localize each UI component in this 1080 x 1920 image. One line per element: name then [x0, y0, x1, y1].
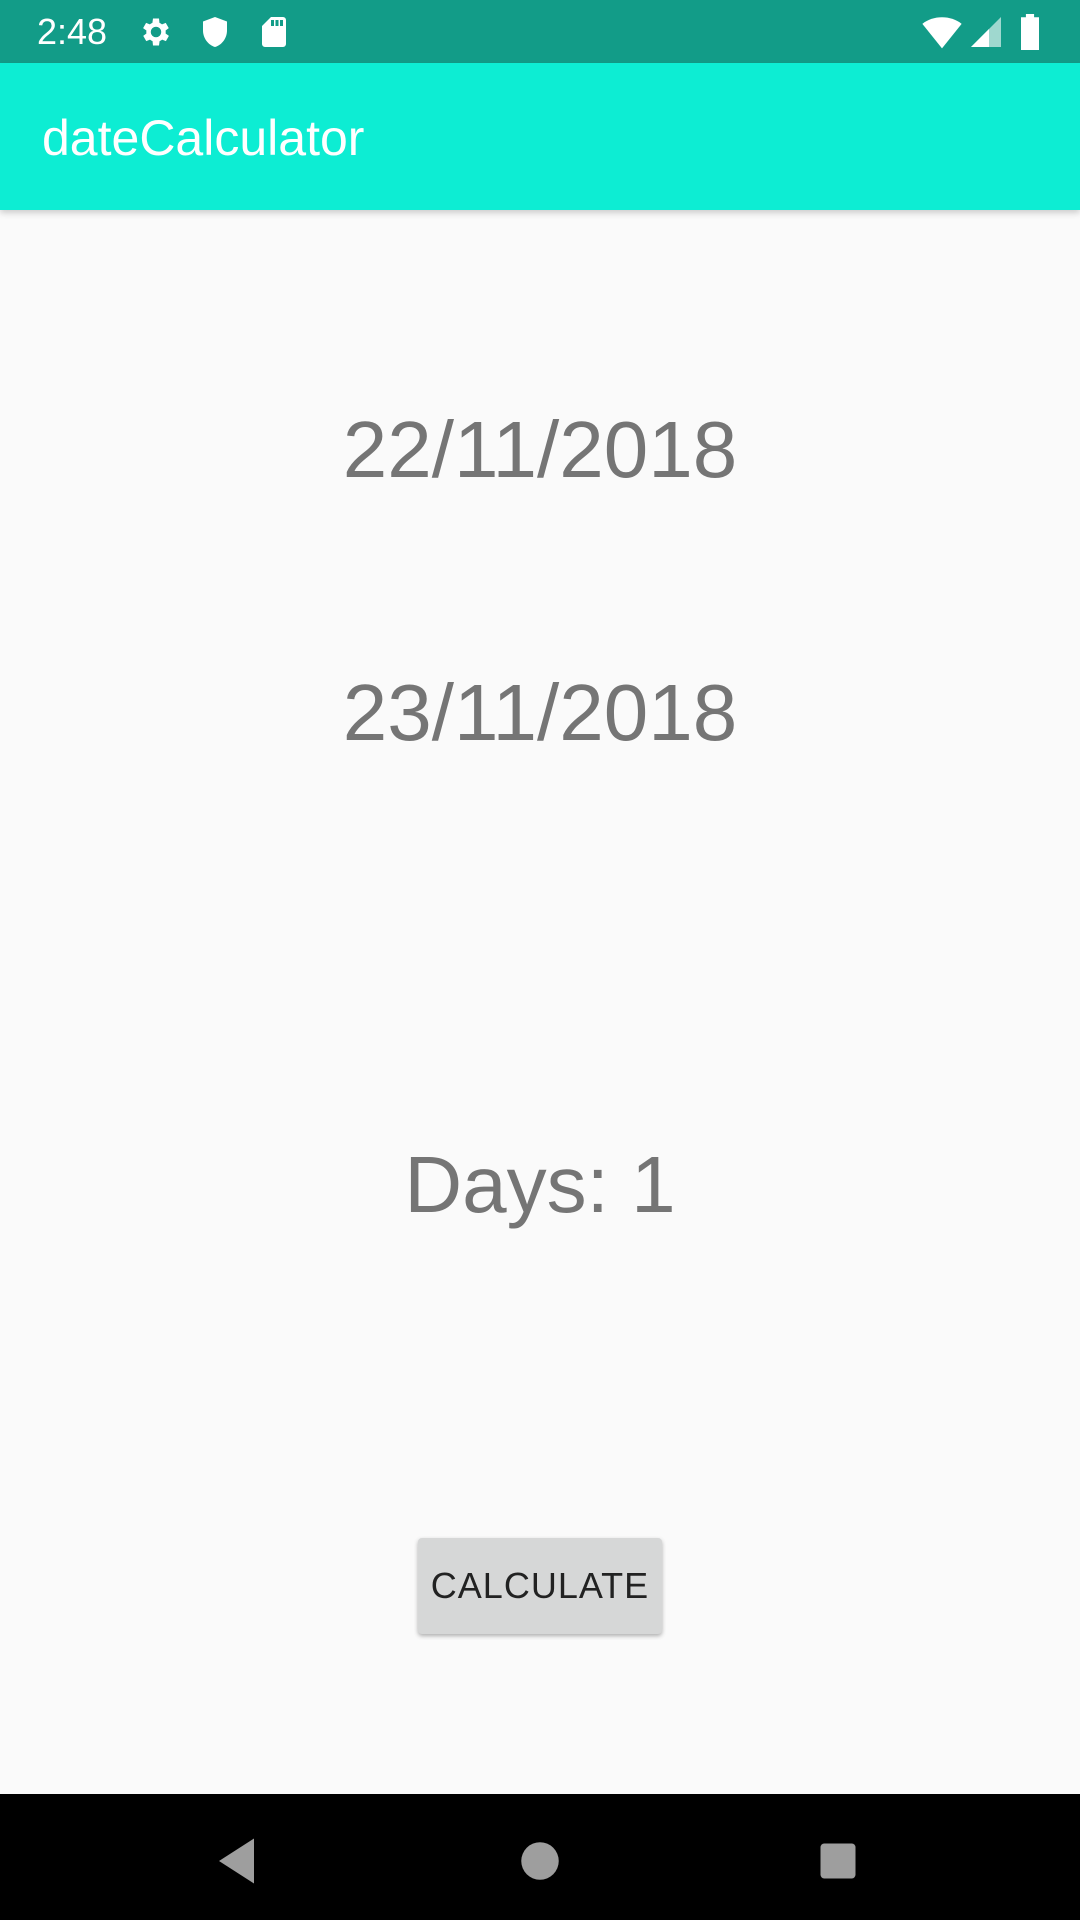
start-date[interactable]: 22/11/2018 — [0, 402, 1080, 498]
shield-icon — [197, 14, 233, 50]
battery-icon — [1017, 14, 1043, 50]
home-icon[interactable] — [510, 1831, 570, 1891]
back-icon[interactable] — [209, 1831, 269, 1891]
calculate-button[interactable]: CALCULATE — [418, 1538, 662, 1634]
settings-icon — [138, 14, 174, 50]
app-title: dateCalculator — [42, 110, 365, 166]
recents-icon[interactable] — [808, 1831, 868, 1891]
navigation-bar — [0, 1794, 1080, 1920]
status-time: 2:48 — [37, 11, 108, 52]
end-date[interactable]: 23/11/2018 — [0, 665, 1080, 761]
status-bar: 2:48 — [0, 0, 1080, 63]
wifi-icon — [922, 14, 962, 50]
signal-icon — [968, 14, 1004, 50]
sd-card-icon — [256, 14, 292, 50]
app-bar: dateCalculator — [0, 63, 1080, 210]
days-result: Days: 1 — [404, 1140, 676, 1229]
